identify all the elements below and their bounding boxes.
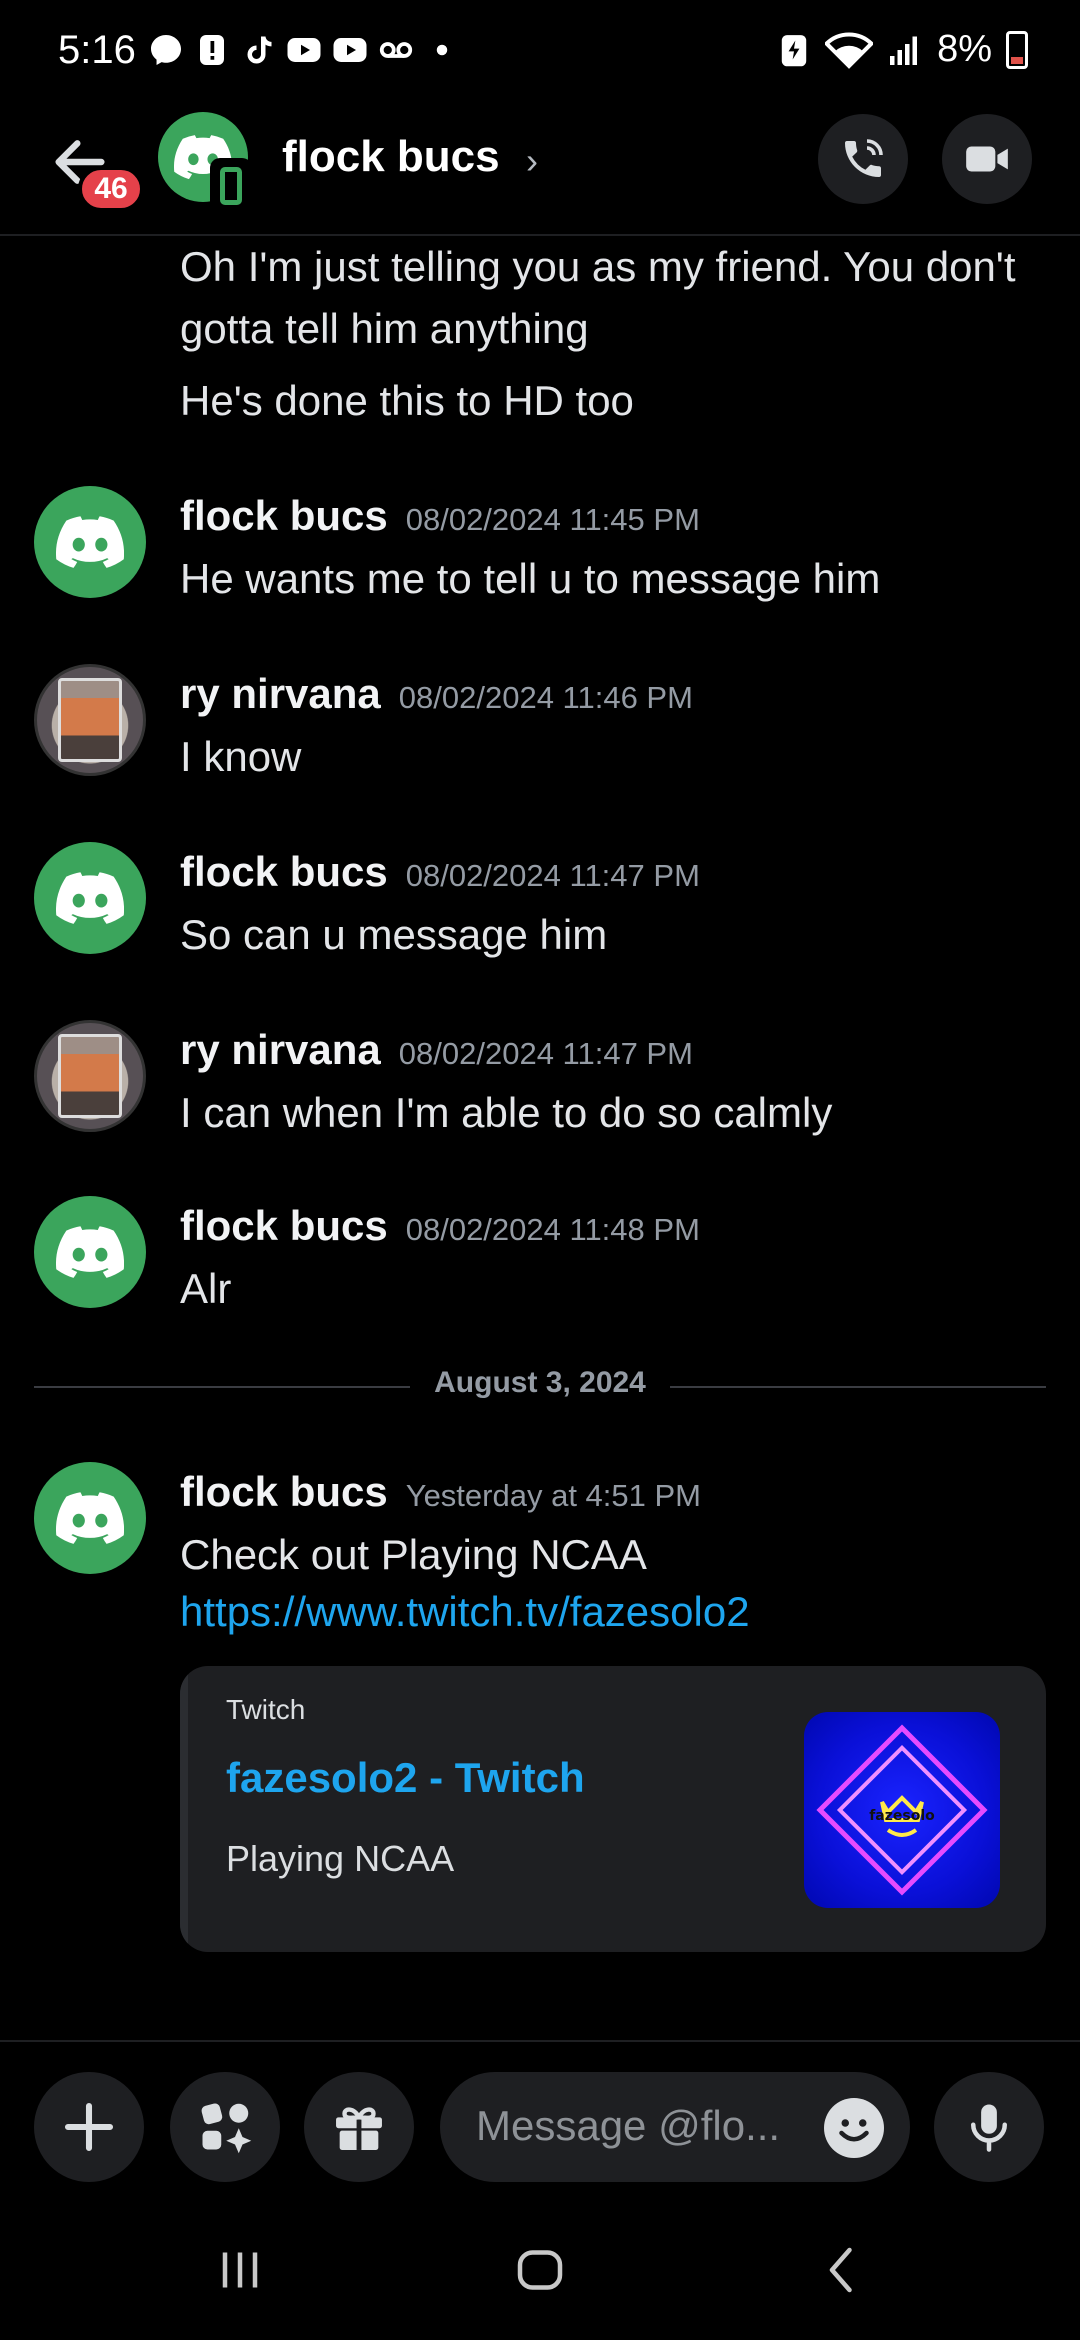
smiley-icon [839,2119,869,2142]
video-call-button[interactable] [942,114,1032,204]
embed-thumbnail[interactable]: fazesolo [804,1712,1000,1908]
message-text: gotta tell him anything [180,305,589,352]
message-text: He's done this to HD too [180,377,634,424]
alert-icon [200,35,224,65]
message-text: So can u message him [180,911,608,958]
author-line: flock bucs Yesterday at 4:51 PM [180,1468,701,1516]
phone-icon [845,139,883,177]
message-timestamp: 08/02/2024 11:48 PM [405,1212,700,1247]
avatar-card-image [58,1034,122,1118]
discord-logo-icon [56,872,124,924]
channel-name[interactable]: flock bucs [282,132,500,182]
embed-accent-bar [180,1666,188,1952]
author-avatar[interactable] [34,1196,146,1308]
discord-logo-icon [56,1226,124,1278]
embed-description: Playing NCAA [226,1838,455,1879]
thumb-text: fazesolo [869,1808,935,1824]
date-divider-label: August 3, 2024 [410,1366,670,1399]
author-name[interactable]: flock bucs [180,1468,388,1515]
plus-icon [64,2102,114,2152]
author-name[interactable]: ry nirvana [180,670,381,717]
message-timestamp: 08/02/2024 11:46 PM [398,680,693,715]
embed-provider[interactable]: Twitch [226,1694,305,1726]
author-avatar[interactable] [34,842,146,954]
message-text: Oh I'm just telling you as my friend. Yo… [180,243,1016,290]
notification-icons [148,32,460,68]
message-timestamp: 08/02/2024 11:47 PM [398,1036,693,1071]
message-input-placeholder: Message @flo... [476,2102,781,2149]
apps-button[interactable] [170,2072,280,2182]
status-bar: 5:16 8% [0,0,1080,100]
author-avatar[interactable] [34,664,146,776]
status-time: 5:16 [58,28,136,72]
video-camera-icon [966,146,1008,172]
author-line: ry nirvana 08/02/2024 11:47 PM [180,1026,693,1074]
author-line: flock bucs 08/02/2024 11:48 PM [180,1202,700,1250]
author-name[interactable]: ry nirvana [180,1026,381,1073]
youtube-icon [287,38,321,62]
author-line: flock bucs 08/02/2024 11:47 PM [180,848,700,896]
youtube-icon [333,38,367,62]
microphone-icon [971,2104,1007,2152]
wifi-icon [825,32,874,69]
gift-button[interactable] [304,2072,414,2182]
dot-icon [436,44,448,56]
avatar-card-image [58,678,122,762]
home-icon[interactable] [510,2240,570,2300]
system-status-icons: 8% [777,28,1028,71]
discord-logo-icon [56,1492,124,1544]
voice-call-button[interactable] [818,114,908,204]
message-timestamp: 08/02/2024 11:45 PM [405,502,700,537]
message-timestamp: 08/02/2024 11:47 PM [405,858,700,893]
date-divider: August 3, 2024 [0,1366,1080,1400]
discord-logo-icon [56,516,124,568]
message-text: I can when I'm able to do so calmly [180,1089,833,1136]
author-avatar[interactable] [34,1020,146,1132]
channel-header: 46 flock bucs › [0,100,1080,236]
embed-title[interactable]: fazesolo2 - Twitch [226,1754,585,1802]
author-line: ry nirvana 08/02/2024 11:46 PM [180,670,693,718]
author-avatar[interactable] [34,486,146,598]
emoji-button[interactable] [824,2098,884,2158]
message-timestamp: Yesterday at 4:51 PM [405,1478,701,1513]
recent-apps-icon[interactable] [210,2240,270,2300]
battery-icon [1006,30,1028,69]
message-link[interactable]: https://www.twitch.tv/fazesolo2 [180,1588,750,1636]
attach-button[interactable] [34,2072,144,2182]
mobile-status-icon [210,158,252,214]
apps-sparkle-icon [201,2103,252,2154]
chevron-right-icon[interactable]: › [526,140,538,182]
signal-icon [890,36,918,65]
message-text: Check out Playing NCAA [180,1531,647,1578]
tiktok-icon [247,36,272,64]
author-name[interactable]: flock bucs [180,1202,388,1249]
back-icon[interactable] [812,2240,872,2300]
message-text: He wants me to tell u to message him [180,555,881,602]
author-avatar[interactable] [34,1462,146,1574]
messenger-icon [151,35,181,65]
author-name[interactable]: flock bucs [180,848,388,895]
message-text: Alr [180,1265,232,1312]
neon-diamond-logo: fazesolo [816,1724,988,1896]
author-name[interactable]: flock bucs [180,492,388,539]
message-input[interactable]: Message @flo... [440,2072,910,2182]
battery-saver-icon [781,34,807,66]
voice-message-button[interactable] [934,2072,1044,2182]
message-composer: Message @flo... [0,2040,1080,2200]
gift-icon [336,2107,382,2150]
battery-percentage: 8% [937,28,992,70]
system-nav-bar [0,2200,1080,2340]
unread-badge: 46 [78,166,144,212]
link-embed[interactable]: Twitch fazesolo2 - Twitch Playing NCAA f… [180,1666,1046,1952]
author-line: flock bucs 08/02/2024 11:45 PM [180,492,700,540]
message-text: I know [180,733,302,780]
voicemail-icon [379,42,413,58]
